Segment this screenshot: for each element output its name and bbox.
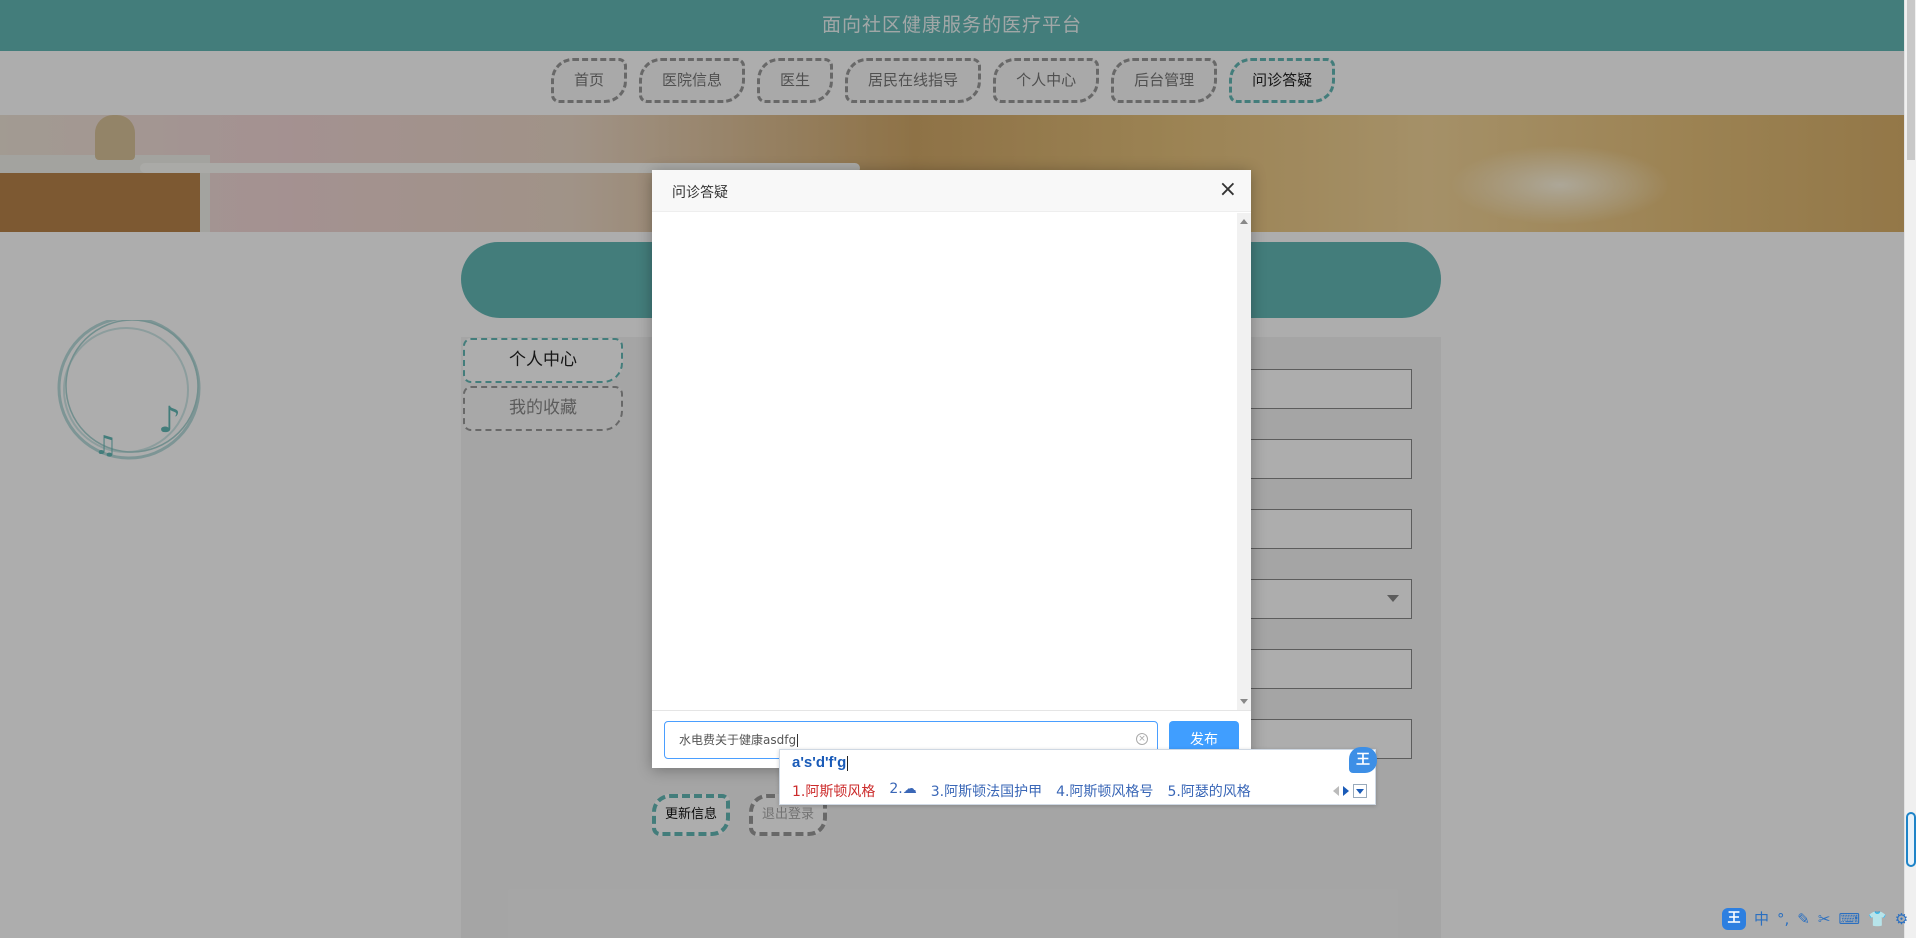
ime-candidate[interactable]: 3.阿斯顿法国护甲 xyxy=(931,781,1042,801)
dialog-scrollbar[interactable] xyxy=(1237,213,1251,710)
scissors-icon[interactable]: ✂ xyxy=(1818,908,1831,930)
ime-candidate-window: a's'd'f'g 王 1.阿斯顿风格 2.☁ 3.阿斯顿法国护甲 4.阿斯顿风… xyxy=(779,747,1377,805)
scroll-down-icon[interactable] xyxy=(1240,699,1248,704)
ime-prev-icon[interactable] xyxy=(1333,786,1339,796)
ime-toolbar: 王 中 °, ✎ ✂ ⌨ 👕 ⚙ xyxy=(1722,908,1908,930)
scroll-up-icon[interactable] xyxy=(1240,219,1248,224)
ime-candidate-list: 1.阿斯顿风格 2.☁ 3.阿斯顿法国护甲 4.阿斯顿风格号 5.阿瑟的风格 xyxy=(792,781,1251,801)
ime-logo-icon: 王 xyxy=(1349,747,1377,773)
dialog-title: 问诊答疑 xyxy=(672,185,728,201)
punctuation-icon[interactable]: °, xyxy=(1777,908,1789,930)
ime-candidate[interactable]: 2.☁ xyxy=(889,781,916,801)
skin-icon[interactable]: 👕 xyxy=(1868,908,1887,930)
ime-expand-icon[interactable] xyxy=(1353,784,1367,798)
page-scrollbar[interactable] xyxy=(1904,0,1916,938)
keyboard-icon[interactable]: ⌨ xyxy=(1838,908,1860,930)
dialog-header: 问诊答疑 × xyxy=(652,170,1251,212)
side-handle-icon[interactable] xyxy=(1906,812,1916,867)
settings-gear-icon[interactable]: ⚙ xyxy=(1895,908,1908,930)
message-input-value: 水电费关于健康asdfg xyxy=(679,733,797,747)
ime-candidate[interactable]: 1.阿斯顿风格 xyxy=(792,781,875,801)
clear-input-icon[interactable]: × xyxy=(1136,733,1148,745)
ime-candidate[interactable]: 5.阿瑟的风格 xyxy=(1167,781,1250,801)
page-scrollbar-thumb[interactable] xyxy=(1907,0,1915,160)
close-icon[interactable]: × xyxy=(1219,178,1237,202)
ime-composition: a's'd'f'g xyxy=(792,754,849,771)
ime-page-controls xyxy=(1333,784,1367,798)
ime-next-icon[interactable] xyxy=(1343,786,1349,796)
ime-mode-toggle[interactable]: 中 xyxy=(1754,908,1769,930)
ime-composition-text: a's'd'f'g xyxy=(792,754,847,771)
consultation-dialog: 问诊答疑 × 水电费关于健康asdfg × 发布 xyxy=(652,170,1251,768)
pen-icon[interactable]: ✎ xyxy=(1797,908,1810,930)
ime-candidate[interactable]: 4.阿斯顿风格号 xyxy=(1056,781,1153,801)
ime-brand-icon[interactable]: 王 xyxy=(1722,908,1746,930)
ime-caret xyxy=(847,755,849,771)
chat-messages-area[interactable] xyxy=(652,213,1251,710)
text-caret xyxy=(797,734,799,747)
